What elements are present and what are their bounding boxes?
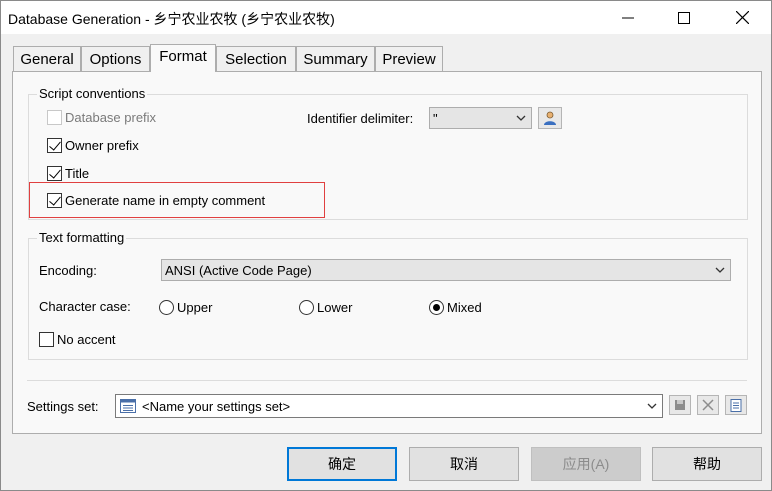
owner-prefix-checkbox[interactable]: Owner prefix (47, 138, 139, 153)
radio-upper-circle[interactable] (159, 300, 174, 315)
database-prefix-label: Database prefix (65, 110, 157, 125)
script-conventions-label: Script conventions (37, 86, 148, 101)
character-case-label: Character case: (39, 299, 131, 314)
settings-set-label: Settings set: (27, 399, 99, 414)
user-picker-button[interactable] (538, 107, 562, 129)
encoding-label: Encoding: (39, 263, 97, 278)
settings-set-value: <Name your settings set> (142, 398, 291, 414)
user-icon (544, 111, 556, 125)
ok-button[interactable]: 确定 (287, 447, 397, 481)
encoding-value: ANSI (Active Code Page) (165, 262, 312, 278)
identifier-delimiter-combo[interactable]: " (429, 107, 532, 129)
tab-general[interactable]: General (13, 46, 81, 71)
identifier-delimiter-value: " (433, 110, 438, 126)
database-prefix-checkbox[interactable]: Database prefix (47, 110, 156, 125)
generate-name-checkbox[interactable]: Generate name in empty comment (47, 193, 265, 208)
save-settings-button[interactable] (669, 395, 691, 415)
title-box[interactable] (47, 166, 62, 181)
maximize-button[interactable] (656, 1, 712, 34)
list-icon (120, 399, 136, 413)
title-label: Title (65, 166, 90, 181)
chevron-down-icon (647, 403, 657, 409)
owner-prefix-label: Owner prefix (65, 138, 139, 153)
chevron-down-icon (715, 267, 725, 273)
chevron-down-icon (516, 115, 526, 121)
generate-name-label: Generate name in empty comment (65, 193, 266, 208)
encoding-combo[interactable]: ANSI (Active Code Page) (161, 259, 731, 281)
manage-settings-button[interactable] (725, 395, 747, 415)
cancel-button[interactable]: 取消 (409, 447, 519, 481)
radio-lower-label: Lower (317, 300, 353, 315)
radio-upper[interactable]: Upper (159, 300, 212, 315)
document-icon (730, 398, 742, 412)
tab-preview[interactable]: Preview (375, 46, 443, 71)
format-panel: Script conventions Database prefix Owner… (12, 71, 762, 434)
no-accent-label: No accent (57, 332, 116, 347)
text-formatting-group: Text formatting (28, 230, 748, 360)
maximize-icon (678, 11, 690, 24)
settings-set-combo[interactable]: <Name your settings set> (115, 394, 663, 418)
owner-prefix-box[interactable] (47, 138, 62, 153)
radio-mixed-circle[interactable] (429, 300, 444, 315)
tab-selection[interactable]: Selection (216, 46, 296, 71)
radio-lower[interactable]: Lower (299, 300, 352, 315)
text-formatting-label: Text formatting (37, 230, 127, 245)
delete-settings-button[interactable] (697, 395, 719, 415)
radio-mixed[interactable]: Mixed (429, 300, 482, 315)
close-button[interactable] (714, 1, 770, 34)
radio-lower-circle[interactable] (299, 300, 314, 315)
help-button[interactable]: 帮助 (652, 447, 762, 481)
dialog-window: Database Generation - 乡宁农业农牧 (乡宁农业农牧) Ge… (0, 0, 772, 491)
tab-format[interactable]: Format (150, 44, 216, 72)
save-icon (675, 400, 685, 410)
delete-icon (702, 399, 714, 411)
database-prefix-box[interactable] (47, 110, 62, 125)
close-icon (735, 11, 749, 24)
title-bar: Database Generation - 乡宁农业农牧 (乡宁农业农牧) (1, 1, 771, 34)
minimize-button[interactable] (600, 1, 656, 34)
generate-name-box[interactable] (47, 193, 62, 208)
window-title: Database Generation - 乡宁农业农牧 (乡宁农业农牧) (8, 11, 335, 27)
identifier-delimiter-label: Identifier delimiter: (307, 111, 414, 126)
radio-mixed-label: Mixed (447, 300, 482, 315)
no-accent-box[interactable] (39, 332, 54, 347)
apply-button[interactable]: 应用(A) (531, 447, 641, 481)
minimize-icon (622, 17, 634, 18)
no-accent-checkbox[interactable]: No accent (39, 332, 116, 347)
title-checkbox[interactable]: Title (47, 166, 89, 181)
radio-upper-label: Upper (177, 300, 213, 315)
tab-options[interactable]: Options (81, 46, 150, 71)
tab-summary[interactable]: Summary (296, 46, 375, 71)
separator (27, 380, 747, 381)
